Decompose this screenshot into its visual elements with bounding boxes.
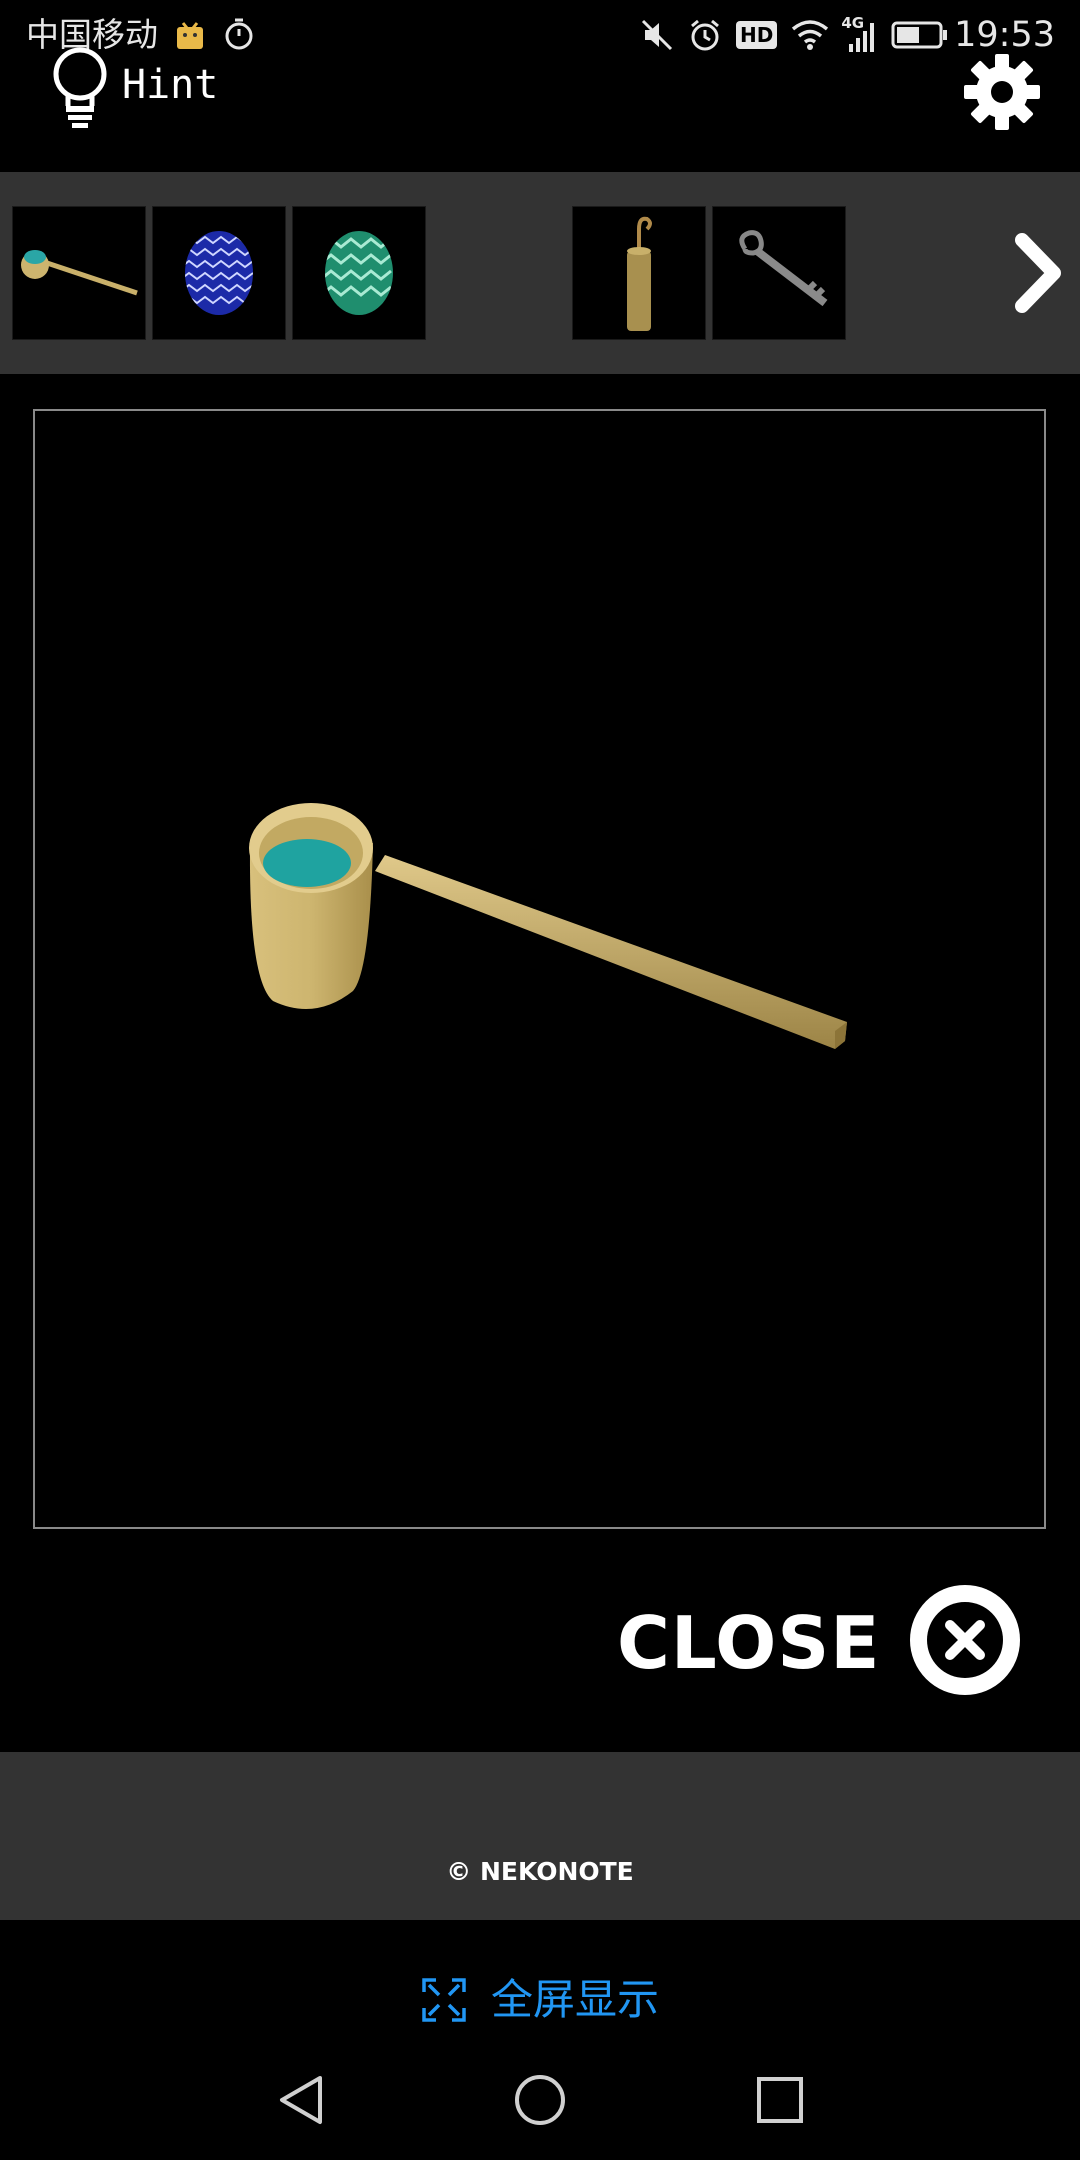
inventory-slot-blue-egg[interactable]	[152, 206, 286, 340]
item-viewer	[33, 409, 1046, 1529]
chevron-right-icon[interactable]	[1010, 228, 1070, 318]
status-icons: HD 4G	[640, 12, 949, 58]
hook-cylinder-icon	[627, 216, 652, 331]
inventory-bar	[0, 172, 1080, 374]
ad-banner-area	[0, 1752, 1080, 1920]
ladle-3d-image	[249, 803, 847, 1049]
inventory-slot-green-egg[interactable]	[292, 206, 426, 340]
fullscreen-button[interactable]: 全屏显示	[0, 1950, 1080, 2050]
alarm-icon	[691, 19, 719, 51]
lightbulb-icon	[53, 47, 107, 128]
expand-icon	[422, 1978, 466, 2022]
green-egg-icon	[325, 231, 393, 315]
gear-icon[interactable]	[960, 50, 1044, 134]
copyright-label: © NEKONOTE	[446, 1857, 634, 1886]
blue-egg-icon	[185, 231, 253, 315]
inventory-slot-hook-cylinder[interactable]	[572, 206, 706, 340]
system-nav-bar	[0, 2050, 1080, 2160]
inventory-slot-ladle[interactable]	[12, 206, 146, 340]
recents-icon[interactable]	[756, 2076, 804, 2124]
home-icon[interactable]	[513, 2073, 567, 2127]
mute-icon	[641, 19, 673, 51]
wifi-icon	[792, 20, 829, 50]
ladle-icon	[21, 250, 138, 296]
close-icon[interactable]	[908, 1583, 1022, 1697]
close-label[interactable]: CLOSE	[617, 1598, 880, 1688]
hd-badge: HD	[736, 21, 778, 49]
signal-group: 4G	[841, 14, 877, 52]
hint-label: Hint	[122, 62, 219, 108]
network-type-label: 4G	[841, 14, 865, 32]
inventory-slot-key[interactable]	[712, 206, 846, 340]
key-icon	[739, 230, 828, 307]
back-icon[interactable]	[276, 2074, 326, 2126]
fullscreen-label: 全屏显示	[490, 1975, 659, 2024]
battery-icon	[891, 21, 948, 49]
